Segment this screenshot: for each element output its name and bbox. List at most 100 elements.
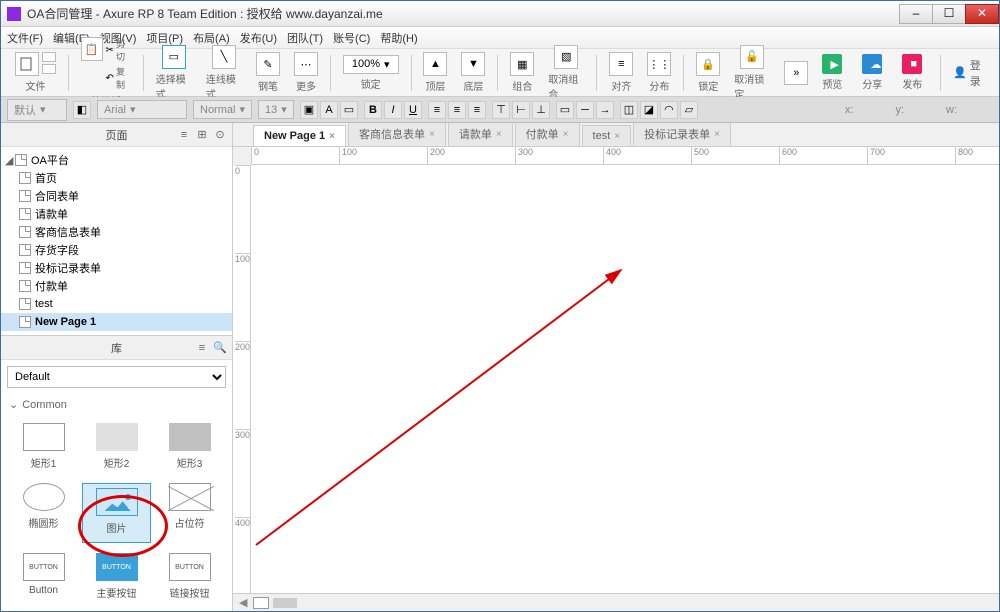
unlock-btn[interactable]: 🔓取消锁定 (728, 43, 776, 103)
w-input[interactable] (963, 104, 993, 116)
login-button[interactable]: 👤登录 (953, 57, 981, 89)
canvas[interactable] (251, 165, 999, 593)
valign-mid[interactable]: ⊢ (512, 101, 530, 119)
maximize-button[interactable]: ☐ (932, 4, 966, 24)
y-input[interactable] (910, 104, 940, 116)
style-opt[interactable]: ◧ (73, 101, 91, 119)
search-pages-icon[interactable]: ⊙ (212, 127, 228, 143)
line-style[interactable]: ─ (576, 101, 594, 119)
text-color[interactable]: A (320, 101, 338, 119)
lock-btn[interactable]: 🔒锁定 (690, 50, 726, 95)
lib-search-icon[interactable]: 🔍 (212, 340, 228, 356)
library-select[interactable]: Default (7, 366, 226, 388)
widget-w-btn[interactable]: BUTTON链接按钮 (155, 553, 224, 603)
font-weight-select[interactable]: Normal▾ (193, 100, 252, 119)
shadow-outer[interactable]: ◫ (620, 101, 638, 119)
lib-menu-icon[interactable]: ≡ (194, 340, 210, 356)
menu-item-0[interactable]: 文件(F) (7, 30, 43, 46)
align-center[interactable]: ≡ (448, 101, 466, 119)
connect-mode[interactable]: ╲连线模式 (200, 43, 248, 103)
border-btn[interactable]: ▭ (556, 101, 574, 119)
open-icon[interactable] (42, 52, 56, 62)
preview-btn[interactable]: ▶预览 (816, 52, 848, 93)
add-page-icon[interactable]: ≡ (176, 127, 192, 143)
undo-icon[interactable]: ↶ (106, 73, 114, 84)
lib-category-common[interactable]: Common (1, 394, 232, 415)
valign-top[interactable]: ⊤ (492, 101, 510, 119)
widget-w-rect2[interactable]: 矩形2 (82, 423, 151, 473)
shadow-inner[interactable]: ◪ (640, 101, 658, 119)
x-input[interactable] (859, 104, 889, 116)
tab-close-icon[interactable]: × (714, 129, 720, 140)
page-item-8[interactable]: test (1, 295, 232, 313)
page-item-3[interactable]: 请款单 (1, 205, 232, 223)
paste-icon[interactable]: 📋 (81, 37, 103, 61)
italic-btn[interactable]: I (384, 101, 402, 119)
minimize-button[interactable]: – (899, 4, 933, 24)
tab-1[interactable]: 客商信息表单× (348, 123, 446, 146)
arrow-style[interactable]: → (596, 101, 614, 119)
distribute-btn[interactable]: ⋮⋮分布 (641, 50, 677, 95)
library-panel: 库 ≡ 🔍 Default Common 矩形1矩形2矩形3椭圆形图片占位符BU… (1, 335, 232, 611)
cut-icon[interactable]: ✂ (106, 45, 114, 56)
tab-close-icon[interactable]: × (496, 129, 502, 140)
tab-0[interactable]: New Page 1× (253, 125, 346, 146)
share-btn[interactable]: ☁分享 (856, 52, 888, 93)
zoom-control[interactable]: 100%▾ 锁定 (337, 53, 405, 93)
widget-w-place[interactable]: 占位符 (155, 483, 224, 543)
page-item-2[interactable]: 合同表单 (1, 187, 232, 205)
menu-item-8[interactable]: 帮助(H) (380, 30, 417, 46)
expand-btn[interactable]: » (778, 59, 814, 87)
page-item-0[interactable]: ◢OA平台 (1, 151, 232, 169)
new-file-icon[interactable] (15, 52, 39, 76)
menu-item-6[interactable]: 团队(T) (287, 30, 323, 46)
select-mode[interactable]: ▭选择模式 (150, 43, 198, 103)
widget-w-btn[interactable]: BUTTONButton (9, 553, 78, 603)
status-scroll[interactable] (273, 598, 297, 608)
group-btn[interactable]: ▦组合 (504, 50, 540, 95)
style-select[interactable]: 默认▾ (7, 99, 67, 121)
page-item-1[interactable]: 首页 (1, 169, 232, 187)
tab-close-icon[interactable]: × (614, 131, 620, 142)
widget-w-rect1[interactable]: 矩形1 (9, 423, 78, 473)
add-folder-icon[interactable]: ⊞ (194, 127, 210, 143)
align-btn[interactable]: ≡对齐 (603, 50, 639, 95)
tab-close-icon[interactable]: × (329, 131, 335, 142)
widget-w-rect3[interactable]: 矩形3 (155, 423, 224, 473)
page-item-5[interactable]: 存货字段 (1, 241, 232, 259)
page-item-7[interactable]: 付款单 (1, 277, 232, 295)
bottom-btn[interactable]: ▼底层 (455, 50, 491, 95)
pen-tool[interactable]: ✎钢笔 (250, 50, 286, 95)
underline-btn[interactable]: U (404, 101, 422, 119)
tab-close-icon[interactable]: × (429, 129, 435, 140)
page-item-6[interactable]: 投标记录表单 (1, 259, 232, 277)
tab-4[interactable]: test× (582, 125, 632, 146)
align-right[interactable]: ≡ (468, 101, 486, 119)
page-item-9[interactable]: New Page 1 (1, 313, 232, 331)
fontsize-select[interactable]: 13▾ (258, 100, 294, 119)
save-icon[interactable] (42, 64, 56, 74)
tab-3[interactable]: 付款单× (515, 123, 580, 146)
corner-radius[interactable]: ◠ (660, 101, 678, 119)
border-color[interactable]: ▭ (340, 101, 358, 119)
padding[interactable]: ▱ (680, 101, 698, 119)
bold-btn[interactable]: B (364, 101, 382, 119)
valign-bot[interactable]: ⊥ (532, 101, 550, 119)
align-left[interactable]: ≡ (428, 101, 446, 119)
ungroup-btn[interactable]: ▧取消组合 (542, 43, 590, 103)
menu-item-7[interactable]: 账号(C) (333, 30, 370, 46)
fill-color[interactable]: ▣ (300, 101, 318, 119)
tab-5[interactable]: 投标记录表单× (633, 123, 731, 146)
top-btn[interactable]: ▲顶层 (417, 50, 453, 95)
tab-close-icon[interactable]: × (563, 129, 569, 140)
scroll-left-icon[interactable]: ◀ (239, 596, 247, 609)
widget-w-circle[interactable]: 椭圆形 (9, 483, 78, 543)
widget-w-btn[interactable]: BUTTON主要按钮 (82, 553, 151, 603)
more-tool[interactable]: ⋯更多 (288, 50, 324, 95)
tab-2[interactable]: 请款单× (448, 123, 513, 146)
font-select[interactable]: Arial▾ (97, 100, 187, 119)
publish-btn[interactable]: ■发布 (896, 52, 928, 93)
close-button[interactable]: ✕ (965, 4, 999, 24)
widget-w-image[interactable]: 图片 (82, 483, 151, 543)
page-item-4[interactable]: 客商信息表单 (1, 223, 232, 241)
